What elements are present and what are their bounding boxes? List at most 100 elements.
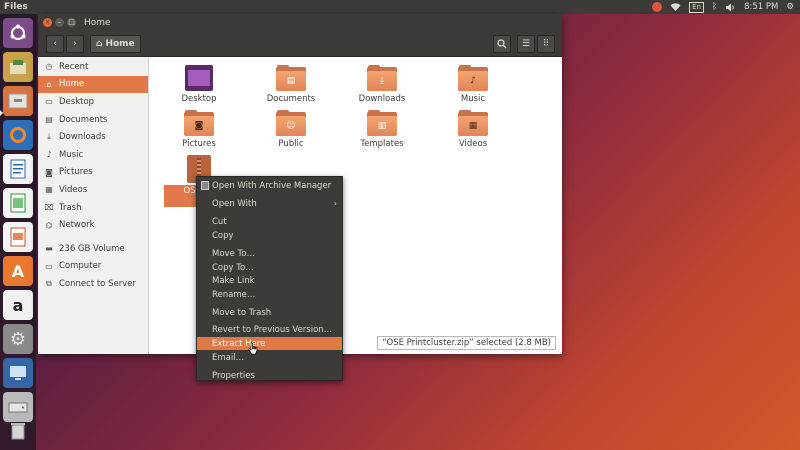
computer-icon: ▭ [45, 261, 53, 271]
top-panel: Files En ᛒ 8:51 PM ⚙ [0, 0, 800, 14]
minimize-button[interactable]: – [55, 18, 64, 27]
desktop-icon: ▭ [45, 97, 53, 107]
firefox-icon[interactable] [3, 120, 33, 150]
window-title: Home [84, 17, 111, 28]
folder-icon: ◙ [184, 110, 214, 136]
menu-item-move-to[interactable]: Move To… [197, 247, 342, 260]
menu-item-revert-to-previous-version[interactable]: Revert to Previous Version… [197, 323, 342, 336]
menu-item-move-to-trash[interactable]: Move to Trash [197, 306, 342, 319]
sidebar-item-trash[interactable]: ⌧ Trash [38, 199, 148, 217]
folder-icon: ☺ [276, 110, 306, 136]
trash-icon[interactable] [3, 416, 33, 446]
list-view-button[interactable]: ☰ [517, 34, 535, 53]
folder-videos[interactable]: ▦ Videos [438, 110, 508, 149]
folder-templates[interactable]: ▥ Templates [347, 110, 417, 149]
forward-button[interactable]: › [66, 34, 84, 53]
file-label: Pictures [182, 139, 216, 149]
amazon-icon[interactable]: a [3, 290, 33, 320]
sidebar-item-downloads[interactable]: ⤓ Downloads [38, 128, 148, 146]
bluetooth-icon[interactable]: ᛒ [712, 2, 717, 12]
sidebar-item-network[interactable]: ⌬ Network [38, 216, 148, 234]
system-tray: En ᛒ 8:51 PM ⚙ [652, 1, 794, 13]
camera-icon: ◙ [194, 121, 204, 131]
files-app-icon[interactable] [3, 86, 33, 116]
film-icon: ▦ [45, 185, 53, 195]
folder-downloads[interactable]: ⤓ Downloads [347, 65, 417, 104]
list-icon: ☰ [521, 38, 531, 49]
music-icon: ♪ [46, 150, 52, 160]
folder-documents[interactable]: ▤ Documents [256, 65, 326, 104]
clock-icon: ◷ [45, 62, 53, 72]
file-label: Templates [360, 139, 404, 149]
menu-item-open-with-archive-manager[interactable]: Open With Archive Manager [197, 179, 342, 192]
close-button[interactable]: × [43, 18, 52, 27]
ubuntu-dash-icon[interactable] [3, 18, 33, 48]
download-icon: ⤓ [380, 76, 384, 86]
impress-icon[interactable] [3, 222, 33, 252]
file-label: Desktop [181, 94, 217, 104]
remote-desktop-icon[interactable] [3, 358, 33, 388]
wifi-icon[interactable] [670, 2, 681, 12]
menu-item-make-link[interactable]: Make Link [197, 274, 342, 287]
settings-icon[interactable]: ⚙ [3, 324, 33, 354]
context-menu: Open With Archive Manager Open With › Cu… [196, 176, 343, 381]
app-title: Files [4, 2, 28, 12]
search-button[interactable] [493, 34, 511, 53]
menu-item-copy[interactable]: Copy [197, 229, 342, 242]
sidebar-item-home[interactable]: ⌂ Home [38, 75, 148, 94]
server-icon: ⧉ [46, 278, 52, 288]
download-icon: ⤓ [47, 132, 51, 142]
folder-icon: ▤ [276, 65, 306, 91]
clock[interactable]: 8:51 PM [744, 2, 778, 12]
user-icon: ☺ [286, 121, 296, 131]
installer-icon[interactable] [3, 52, 33, 82]
window-titlebar[interactable]: × – □ Home [38, 14, 562, 31]
sidebar-item-pictures[interactable]: ◙ Pictures [38, 164, 148, 182]
film-icon: ▦ [468, 121, 478, 131]
document-icon: ▤ [45, 115, 53, 125]
sidebar-item-connect-to-server[interactable]: ⧉ Connect to Server [38, 275, 148, 293]
menu-item-properties[interactable]: Properties [197, 369, 342, 382]
sidebar-item-recent[interactable]: ◷ Recent [38, 58, 148, 76]
keyboard-language-indicator[interactable]: En [689, 1, 705, 13]
folder-icon [184, 65, 214, 91]
sidebar-item-videos[interactable]: ▦ Videos [38, 181, 148, 199]
sidebar-item-desktop[interactable]: ▭ Desktop [38, 93, 148, 111]
power-indicator-icon[interactable] [652, 2, 663, 12]
chevron-right-icon: › [73, 38, 77, 49]
writer-icon[interactable] [3, 154, 33, 184]
folder-desktop[interactable]: Desktop [164, 65, 234, 104]
sidebar: ◷ Recent ⌂ Home ▭ Desktop ▤ Documents ⤓ Downl… [38, 57, 149, 354]
home-icon: ⌂ [46, 79, 52, 89]
grid-view-button[interactable]: ⠿ [537, 34, 555, 53]
menu-item-extract-here[interactable]: Extract Here [197, 337, 342, 350]
folder-music[interactable]: ♪ Music [438, 65, 508, 104]
maximize-button[interactable]: □ [67, 18, 76, 27]
folder-icon: ♪ [458, 65, 488, 91]
menu-item-copy-to[interactable]: Copy To… [197, 261, 342, 274]
music-icon: ♪ [470, 76, 476, 86]
path-bar-home[interactable]: ⌂ Home [90, 34, 141, 53]
sidebar-item-computer[interactable]: ▭ Computer [38, 258, 148, 276]
calc-icon[interactable] [3, 188, 33, 218]
sidebar-item-music[interactable]: ♪ Music [38, 146, 148, 164]
mouse-pointer-icon [248, 342, 258, 355]
menu-item-email[interactable]: Email… [197, 351, 342, 364]
sidebar-item-documents[interactable]: ▤ Documents [38, 111, 148, 129]
menu-item-rename[interactable]: Rename… [197, 288, 342, 301]
path-bar-label: Home [105, 38, 135, 49]
menu-item-open-with[interactable]: Open With › [197, 197, 342, 210]
software-center-icon[interactable]: A [3, 256, 33, 286]
chevron-right-icon: › [333, 199, 337, 208]
back-button[interactable]: ‹ [46, 34, 64, 53]
sidebar-item-volume[interactable]: ▬ 236 GB Volume [38, 240, 148, 258]
folder-pictures[interactable]: ◙ Pictures [164, 110, 234, 149]
network-icon: ⌬ [45, 220, 53, 230]
chevron-left-icon: ‹ [53, 38, 57, 49]
volume-icon[interactable] [725, 3, 736, 12]
search-icon [497, 38, 507, 48]
file-label: Videos [458, 139, 488, 149]
folder-public[interactable]: ☺ Public [256, 110, 326, 149]
menu-item-cut[interactable]: Cut [197, 215, 342, 228]
gear-icon[interactable]: ⚙ [786, 2, 794, 12]
